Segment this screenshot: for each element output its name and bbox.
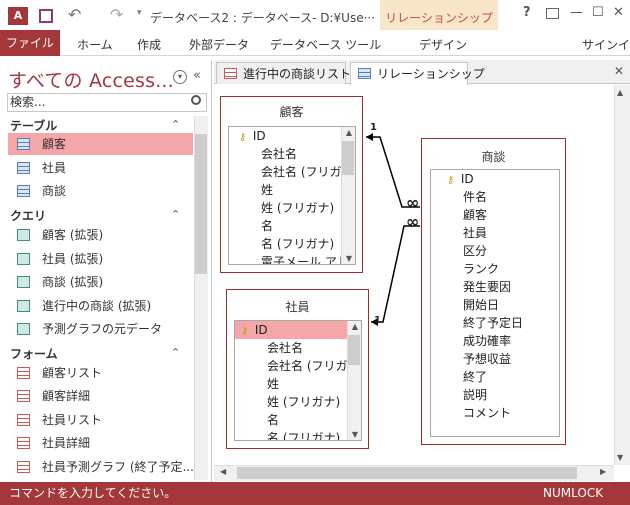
key-icon: ⚷ [447, 175, 455, 186]
table-box-deal[interactable]: 商談 ⚷ ID 件名 顧客 社員 区分 ランク 発生要因 開始日 終了予定日 成… [421, 138, 566, 445]
scroll-left-icon[interactable]: ◀ [220, 467, 226, 476]
field-item[interactable]: 終了予定日 [441, 314, 559, 332]
employee-deal-line [371, 225, 420, 323]
scroll-down-icon[interactable]: ▼ [342, 254, 355, 263]
table-box-employee[interactable]: 社員 ⚷ ID 会社名 会社名 (フリガナ 姓 姓 (フリガナ) 名 名 (フリ… [226, 289, 369, 449]
scroll-right-icon[interactable]: ▶ [600, 467, 606, 476]
field-item[interactable]: 会社名 (フリガナ [235, 357, 361, 375]
field-item[interactable]: 名 [235, 411, 361, 429]
field-item[interactable]: 予想収益 [441, 350, 559, 368]
numlock-indicator: NUMLOCK [543, 486, 604, 500]
field-list: ⚷ ID 会社名 会社名 (フリガナ 姓 姓 (フリガナ) 名 名 (フリガナ)… [228, 126, 356, 265]
field-item[interactable]: 説明 [441, 386, 559, 404]
scrollbar-thumb[interactable] [342, 141, 354, 175]
table-title: 顧客 [279, 105, 304, 119]
scrollbar-thumb[interactable] [237, 467, 577, 479]
key-icon: ⚷ [239, 132, 247, 143]
table-box-customer[interactable]: 顧客 ⚷ ID 会社名 会社名 (フリガナ 姓 姓 (フリガナ) 名 名 (フリ… [220, 96, 363, 273]
field-item[interactable]: 成功確率 [441, 332, 559, 350]
field-item[interactable]: 終了 [441, 368, 559, 386]
field-item[interactable]: 会社名 (フリガナ [233, 163, 355, 181]
status-bar: コマンドを入力してください。 NUMLOCK [0, 482, 630, 505]
field-list-scrollbar[interactable]: ▲ ▼ [347, 321, 361, 440]
scroll-up-icon[interactable]: ▲ [617, 88, 623, 97]
field-item[interactable]: 件名 [441, 188, 559, 206]
scroll-up-icon[interactable]: ▲ [342, 128, 355, 137]
canvas-vertical-scrollbar[interactable] [614, 85, 630, 465]
field-item[interactable]: 姓 [235, 375, 361, 393]
field-item[interactable]: 顧客 [441, 206, 559, 224]
field-list: ⚷ ID 会社名 会社名 (フリガナ 姓 姓 (フリガナ) 名 名 (フリガナ)… [234, 320, 362, 441]
scrollbar-thumb[interactable] [348, 335, 360, 365]
table-title: 商談 [481, 150, 506, 164]
table-title: 社員 [285, 300, 310, 314]
field-item[interactable]: 社員 [441, 224, 559, 242]
field-item[interactable]: 会社名 [235, 339, 361, 357]
key-icon: ⚷ [241, 326, 249, 337]
field-item[interactable]: 会社名 [233, 145, 355, 163]
field-item[interactable]: 姓 [233, 181, 355, 199]
field-item[interactable]: ランク [441, 260, 559, 278]
field-item[interactable]: 電子メール アドレ [233, 253, 355, 264]
field-list-scrollbar[interactable]: ▲ ▼ [341, 127, 355, 264]
field-item[interactable]: コメント [441, 404, 559, 422]
scroll-down-icon[interactable]: ▼ [348, 430, 361, 439]
one-marker: 1 [370, 122, 377, 133]
field-item[interactable]: 名 (フリガナ) [233, 235, 355, 253]
field-item[interactable]: 姓 (フリガナ) [235, 393, 361, 411]
field-item[interactable]: 名 [233, 217, 355, 235]
many-marker: ∞ [406, 212, 420, 231]
field-item[interactable]: ⚷ ID [235, 321, 361, 339]
status-message: コマンドを入力してください。 [9, 486, 177, 500]
field-list: ⚷ ID 件名 顧客 社員 区分 ランク 発生要因 開始日 終了予定日 成功確率… [430, 169, 560, 437]
field-item[interactable]: 姓 (フリガナ) [233, 199, 355, 217]
field-item[interactable]: ⚷ ID [233, 127, 355, 145]
scroll-up-icon[interactable]: ▲ [348, 322, 361, 331]
field-item[interactable]: ⚷ ID [441, 170, 559, 188]
scroll-down-icon[interactable]: ▼ [617, 453, 623, 462]
field-item[interactable]: 名 (フリガナ) [235, 429, 361, 440]
field-item[interactable]: 区分 [441, 242, 559, 260]
field-item[interactable]: 発生要因 [441, 278, 559, 296]
one-marker: 1 [374, 315, 381, 326]
many-marker: ∞ [406, 193, 420, 212]
field-item[interactable]: 開始日 [441, 296, 559, 314]
